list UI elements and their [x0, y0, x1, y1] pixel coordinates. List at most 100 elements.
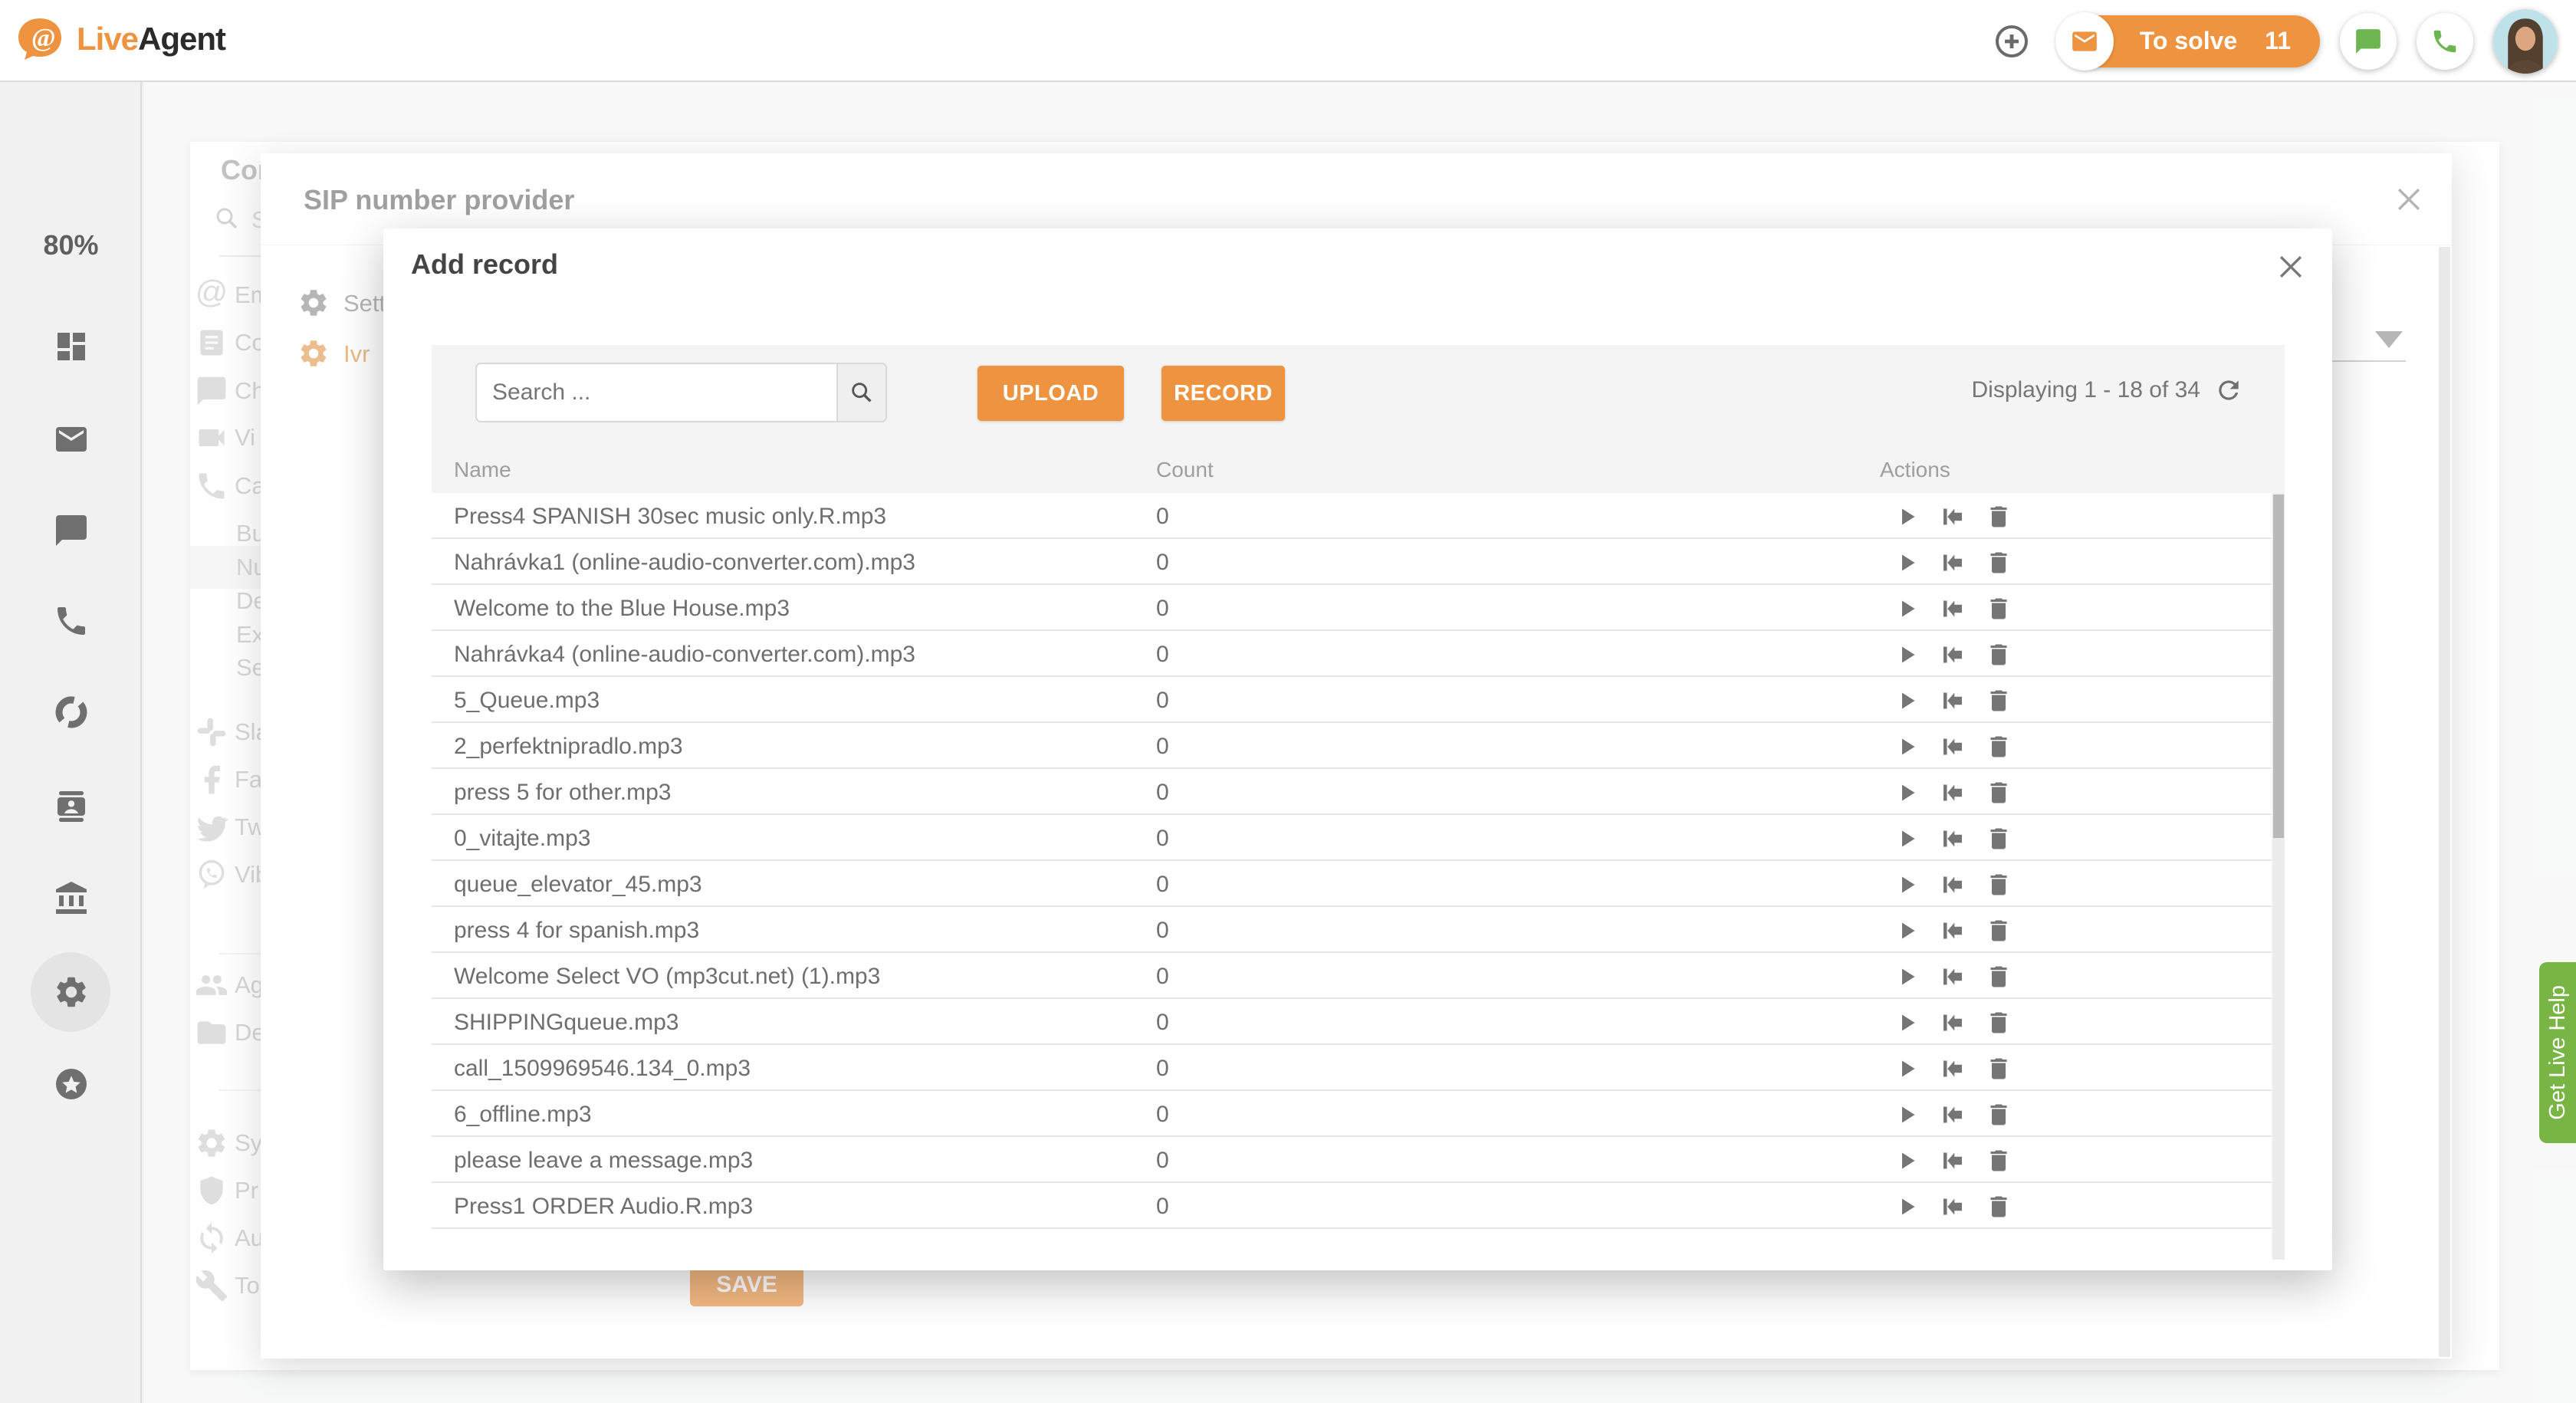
play-icon[interactable]: [1893, 1009, 1921, 1037]
table-row[interactable]: call_1509969546.134_0.mp3 0: [432, 1045, 2272, 1091]
envelope-icon: [2070, 27, 2099, 56]
record-count: 0: [1156, 688, 1169, 714]
tickets-icon[interactable]: [53, 421, 90, 458]
table-row[interactable]: 2_perfektnipradlo.mp3 0: [432, 723, 2272, 769]
skip-to-start-icon[interactable]: [1939, 687, 1967, 715]
play-icon[interactable]: [1893, 595, 1921, 623]
skip-to-start-icon[interactable]: [1939, 1147, 1967, 1175]
play-icon[interactable]: [1893, 1055, 1921, 1083]
calls-button[interactable]: [2417, 13, 2473, 70]
play-icon[interactable]: [1893, 641, 1921, 669]
skip-to-start-icon[interactable]: [1939, 641, 1967, 669]
delete-icon[interactable]: [1985, 1101, 2013, 1129]
play-icon[interactable]: [1893, 917, 1921, 945]
skip-to-start-icon[interactable]: [1939, 917, 1967, 945]
delete-icon[interactable]: [1985, 641, 2013, 669]
skip-to-start-icon[interactable]: [1939, 871, 1967, 899]
table-row[interactable]: Welcome Select VO (mp3cut.net) (1).mp3 0: [432, 953, 2272, 999]
record-count: 0: [1156, 872, 1169, 898]
refresh-icon[interactable]: [2214, 376, 2243, 405]
table-row[interactable]: 5_Queue.mp3 0: [432, 677, 2272, 723]
skip-to-start-icon[interactable]: [1939, 1193, 1967, 1221]
record-name: press 5 for other.mp3: [454, 780, 671, 806]
delete-icon[interactable]: [1985, 825, 2013, 853]
delete-icon[interactable]: [1985, 779, 2013, 807]
upload-button[interactable]: UPLOAD: [978, 366, 1124, 421]
skip-to-start-icon[interactable]: [1939, 963, 1967, 991]
skip-to-start-icon[interactable]: [1939, 1101, 1967, 1129]
calls-icon[interactable]: [53, 603, 90, 639]
skip-to-start-icon[interactable]: [1939, 1055, 1967, 1083]
chats-button[interactable]: [2340, 13, 2397, 70]
play-icon[interactable]: [1893, 1147, 1921, 1175]
skip-to-start-icon[interactable]: [1939, 779, 1967, 807]
delete-icon[interactable]: [1985, 963, 2013, 991]
skip-to-start-icon[interactable]: [1939, 549, 1967, 577]
table-scrollbar-thumb[interactable]: [2273, 495, 2284, 838]
table-row[interactable]: Nahrávka1 (online-audio-converter.com).m…: [432, 539, 2272, 585]
billing-icon[interactable]: [53, 880, 90, 917]
delete-icon[interactable]: [1985, 1055, 2013, 1083]
left-navigation-rail: 80%: [0, 82, 142, 1403]
play-icon[interactable]: [1893, 503, 1921, 531]
play-icon[interactable]: [1893, 871, 1921, 899]
skip-to-start-icon[interactable]: [1939, 503, 1967, 531]
play-icon[interactable]: [1893, 687, 1921, 715]
table-scrollbar-track[interactable]: [2272, 493, 2285, 1260]
table-row[interactable]: Nahrávka4 (online-audio-converter.com).m…: [432, 631, 2272, 677]
skip-to-start-icon[interactable]: [1939, 733, 1967, 761]
delete-icon[interactable]: [1985, 595, 2013, 623]
record-count: 0: [1156, 1056, 1169, 1082]
skip-to-start-icon[interactable]: [1939, 825, 1967, 853]
close-icon[interactable]: [2274, 250, 2308, 284]
play-icon[interactable]: [1893, 1101, 1921, 1129]
create-new-button[interactable]: [1983, 13, 2040, 70]
record-actions: [1893, 733, 2013, 761]
delete-icon[interactable]: [1985, 549, 2013, 577]
play-icon[interactable]: [1893, 1193, 1921, 1221]
table-row[interactable]: 0_vitajte.mp3 0: [432, 815, 2272, 861]
record-count: 0: [1156, 964, 1169, 990]
skip-to-start-icon[interactable]: [1939, 1009, 1967, 1037]
svg-text:@: @: [31, 24, 56, 52]
to-solve-button[interactable]: To solve 11: [2060, 15, 2320, 67]
play-icon[interactable]: [1893, 779, 1921, 807]
star-icon[interactable]: [53, 1066, 90, 1102]
table-row[interactable]: Press4 SPANISH 30sec music only.R.mp3 0: [432, 493, 2272, 539]
play-icon[interactable]: [1893, 825, 1921, 853]
play-icon[interactable]: [1893, 733, 1921, 761]
record-search-input[interactable]: [477, 364, 836, 421]
customers-icon[interactable]: [53, 788, 90, 825]
play-icon[interactable]: [1893, 549, 1921, 577]
reports-icon[interactable]: [53, 694, 90, 731]
skip-to-start-icon[interactable]: [1939, 595, 1967, 623]
table-row[interactable]: press 5 for other.mp3 0: [432, 769, 2272, 815]
table-row[interactable]: 6_offline.mp3 0: [432, 1091, 2272, 1137]
record-actions: [1893, 641, 2013, 669]
record-search-button[interactable]: [836, 364, 886, 421]
table-row[interactable]: Welcome to the Blue House.mp3 0: [432, 585, 2272, 631]
record-button[interactable]: RECORD: [1162, 366, 1285, 421]
record-name: Press1 ORDER Audio.R.mp3: [454, 1194, 753, 1220]
delete-icon[interactable]: [1985, 1147, 2013, 1175]
delete-icon[interactable]: [1985, 503, 2013, 531]
delete-icon[interactable]: [1985, 1009, 2013, 1037]
dashboard-icon[interactable]: [53, 328, 90, 365]
delete-icon[interactable]: [1985, 871, 2013, 899]
delete-icon[interactable]: [1985, 733, 2013, 761]
play-icon[interactable]: [1893, 963, 1921, 991]
delete-icon[interactable]: [1985, 687, 2013, 715]
get-live-help-tab[interactable]: Get Live Help: [2539, 962, 2576, 1143]
table-row[interactable]: queue_elevator_45.mp3 0: [432, 861, 2272, 907]
record-actions: [1893, 1055, 2013, 1083]
table-row[interactable]: SHIPPINGqueue.mp3 0: [432, 999, 2272, 1045]
table-row[interactable]: press 4 for spanish.mp3 0: [432, 907, 2272, 953]
top-bar: @ LiveAgent To solve 11: [0, 0, 2576, 82]
table-row[interactable]: please leave a message.mp3 0: [432, 1137, 2272, 1183]
delete-icon[interactable]: [1985, 917, 2013, 945]
delete-icon[interactable]: [1985, 1193, 2013, 1221]
chats-icon[interactable]: [53, 512, 90, 549]
table-row[interactable]: Press1 ORDER Audio.R.mp3 0: [432, 1183, 2272, 1229]
user-avatar[interactable]: [2493, 9, 2558, 74]
settings-icon[interactable]: [53, 974, 90, 1010]
